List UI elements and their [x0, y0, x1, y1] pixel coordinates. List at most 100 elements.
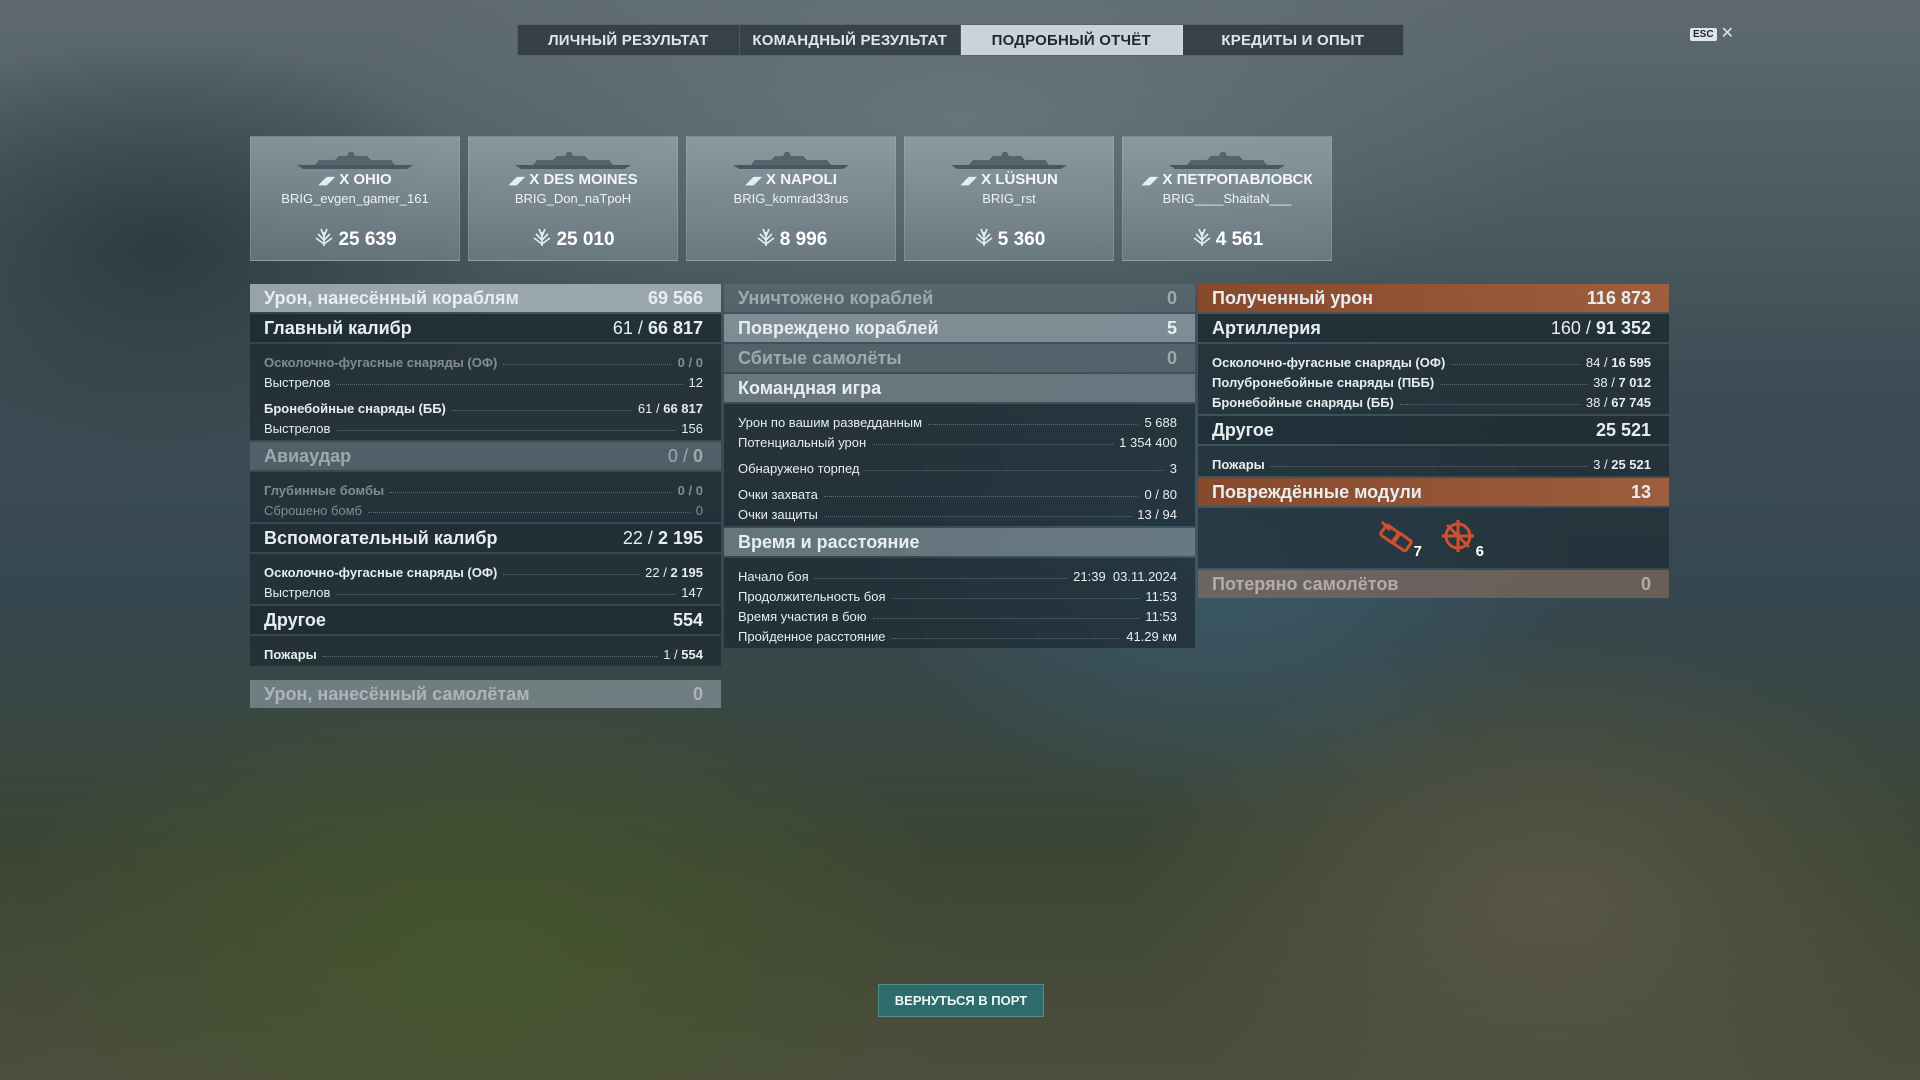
team-game-header: Командная игра [724, 374, 1195, 402]
header-value: 5 [1166, 317, 1177, 338]
stat-row: Урон по вашим разведданным 5 688 [738, 415, 1177, 430]
header-label: Вспомогательный калибр [264, 527, 498, 548]
player-name: BRIG_evgen_gamer_161 [281, 191, 429, 206]
secondary-battery-header: Вспомогательный калибр 22 / 2 195 [250, 524, 721, 552]
cruiser-icon: ◢◤ [508, 175, 526, 187]
ship-name: ◢◤ X LÜSHUN [960, 171, 1058, 188]
close-button[interactable]: ESC ✕ [1690, 25, 1734, 42]
damage-received-column: Полученный урон 116 873 Артиллерия 160 /… [1198, 284, 1669, 600]
cruiser-icon: ◢◤ [745, 175, 763, 187]
header-label: Урон, нанесённый кораблям [264, 287, 519, 308]
battleship-icon: ◢◤ [318, 175, 336, 187]
damage-laurel-icon [1193, 228, 1211, 246]
ship-card[interactable]: ◢◤ X LÜSHUN BRIG_rst 5 360 [904, 136, 1114, 261]
ship-name: ◢◤ X NAPOLI [745, 171, 837, 188]
artillery-header: Артиллерия 160 / 91 352 [1198, 314, 1669, 342]
stat-row: Обнаружено торпед 3 [738, 461, 1177, 476]
damaged-modules-panel: 7 6 [1198, 508, 1669, 568]
player-name: BRIG_komrad33rus [733, 191, 849, 206]
tab-team-result[interactable]: КОМАНДНЫЙ РЕЗУЛЬТАТ [740, 25, 961, 55]
ship-damage-header: Урон, нанесённый кораблям 69 566 [250, 284, 721, 312]
ship-name: ◢◤ X DES MOINES [508, 171, 638, 188]
ship-card[interactable]: ◢◤ X ПЕТРОПАВЛОВСК BRIG____ShaitaN___ 4 561 [1122, 136, 1332, 261]
stat-row: Очки защиты 13 / 94 [738, 507, 1177, 522]
stat-row: Время участия в бою 11:53 [738, 609, 1177, 624]
ship-silhouette-icon [951, 152, 1067, 169]
ship-damage: 8 996 [687, 226, 895, 251]
main-battery-header: Главный калибр 61 / 66 817 [250, 314, 721, 342]
damaged-modules-header: Повреждённые модули 13 [1198, 478, 1669, 506]
other-received-details: Пожары 3 / 25 521 [1198, 446, 1669, 476]
header-label: Повреждённые модули [1212, 481, 1422, 502]
ship-card[interactable]: ◢◤ X NAPOLI BRIG_komrad33rus 8 996 [686, 136, 896, 261]
stat-row: Полубронебойные снаряды (ПББ) 38 / 7 012 [1212, 375, 1651, 390]
player-name: BRIG_Don_naTpoH [514, 191, 632, 206]
header-label: Главный калибр [264, 317, 412, 338]
stat-row: Продолжительность боя 11:53 [738, 589, 1177, 604]
team-stats-column: Уничтожено кораблей 0 Повреждено корабле… [724, 284, 1195, 650]
other-received-header: Другое 25 521 [1198, 416, 1669, 444]
stat-row: Осколочно-фугасные снаряды (ОФ) 84 / 16 5… [1212, 355, 1651, 370]
stat-row: Бронебойные снаряды (ББ) 38 / 67 745 [1212, 395, 1651, 410]
header-label: Урон, нанесённый самолётам [264, 683, 530, 704]
plane-damage-header: Урон, нанесённый самолётам 0 [250, 680, 721, 708]
header-label: Сбитые самолёты [738, 347, 902, 368]
ships-damaged-header: Повреждено кораблей 5 [724, 314, 1195, 342]
time-distance-details: Начало боя 21:39 03.11.2024 Продолжительн… [724, 558, 1195, 648]
airstrike-header: Авиаудар 0 / 0 [250, 442, 721, 470]
stat-row: Начало боя 21:39 03.11.2024 [738, 569, 1177, 584]
damage-dealt-column: Урон, нанесённый кораблям 69 566 Главный… [250, 284, 721, 710]
other-damage-header: Другое 554 [250, 606, 721, 634]
tab-personal-result[interactable]: ЛИЧНЫЙ РЕЗУЛЬТАТ [518, 25, 740, 55]
tab-detailed-report[interactable]: ПОДРОБНЫЙ ОТЧЁТ [961, 25, 1183, 55]
ship-damage: 25 639 [251, 226, 459, 251]
damage-laurel-icon [757, 228, 775, 246]
ship-silhouette-icon [733, 152, 849, 169]
ship-silhouette-icon [297, 152, 413, 169]
header-label: Повреждено кораблей [738, 317, 939, 338]
ship-silhouette-icon [1169, 152, 1285, 169]
result-tabs: ЛИЧНЫЙ РЕЗУЛЬТАТ КОМАНДНЫЙ РЕЗУЛЬТАТ ПОД… [517, 24, 1404, 56]
steering-gear-icon: 6 [1438, 516, 1484, 560]
main-battery-details: Осколочно-фугасные снаряды (ОФ) 0 / 0 Выс… [250, 344, 721, 440]
stat-row: Пожары 1 / 554 [264, 647, 703, 662]
header-label: Потеряно самолётов [1212, 573, 1399, 594]
stat-row: Потенциальный урон 1 354 400 [738, 435, 1177, 450]
cruiser-icon: ◢◤ [1141, 175, 1159, 187]
header-label: Другое [264, 609, 326, 630]
airstrike-details: Глубинные бомбы 0 / 0 Сброшено бомб 0 [250, 472, 721, 522]
tab-credits-xp[interactable]: КРЕДИТЫ И ОПЫТ [1183, 25, 1404, 55]
player-name: BRIG_rst [982, 191, 1036, 206]
stat-row: Глубинные бомбы 0 / 0 [264, 483, 703, 498]
stat-row: Очки захвата 0 / 80 [738, 487, 1177, 502]
header-value: 69 566 [647, 287, 703, 308]
header-value: 0 [692, 683, 703, 704]
stat-row: Осколочно-фугасные снаряды (ОФ) 0 / 0 [264, 355, 703, 370]
close-icon: ✕ [1720, 25, 1734, 42]
stat-row: Пожары 3 / 25 521 [1212, 457, 1651, 472]
header-label: Артиллерия [1212, 317, 1321, 338]
header-label: Полученный урон [1212, 287, 1373, 308]
team-game-details: Урон по вашим разведданным 5 688 Потенциа… [724, 404, 1195, 526]
header-label: Время и расстояние [738, 531, 920, 552]
ships-destroyed-header: Уничтожено кораблей 0 [724, 284, 1195, 312]
ship-damage: 4 561 [1123, 226, 1331, 251]
destroyer-icon: ◢◤ [960, 175, 978, 187]
received-damage-header: Полученный урон 116 873 [1198, 284, 1669, 312]
header-value: 22 / 2 195 [622, 527, 703, 548]
header-value: 554 [672, 609, 703, 630]
ship-silhouette-icon [515, 152, 631, 169]
ship-card[interactable]: ◢◤ X OHIO BRIG_evgen_gamer_161 25 639 [250, 136, 460, 261]
planes-lost-header: Потеряно самолётов 0 [1198, 570, 1669, 598]
header-value: 25 521 [1595, 419, 1651, 440]
ship-card[interactable]: ◢◤ X DES MOINES BRIG_Don_naTpoH 25 010 [468, 136, 678, 261]
header-value: 116 873 [1586, 287, 1651, 308]
header-label: Авиаудар [264, 445, 352, 466]
stat-row: Выстрелов 12 [264, 375, 703, 390]
other-damage-details: Пожары 1 / 554 [250, 636, 721, 666]
return-to-port-button[interactable]: ВЕРНУТЬСЯ В ПОРТ [878, 984, 1044, 1017]
planes-shot-down-header: Сбитые самолёты 0 [724, 344, 1195, 372]
player-name: BRIG____ShaitaN___ [1162, 191, 1292, 206]
damage-laurel-icon [975, 228, 993, 246]
ship-name: ◢◤ X OHIO [318, 171, 392, 188]
